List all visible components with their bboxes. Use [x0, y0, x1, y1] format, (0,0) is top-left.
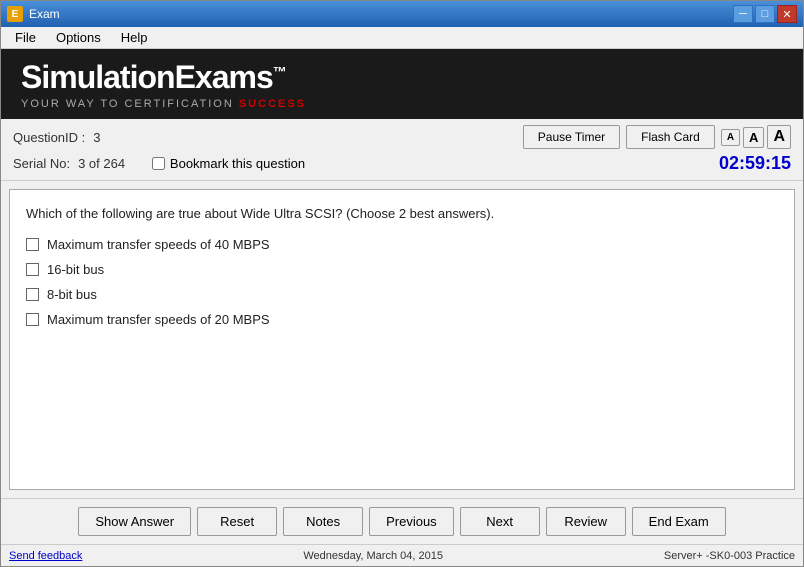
question-area: Which of the following are true about Wi…	[9, 189, 795, 490]
answer-option-b: 16-bit bus	[26, 262, 778, 277]
notes-button[interactable]: Notes	[283, 507, 363, 536]
reset-button[interactable]: Reset	[197, 507, 277, 536]
window-controls: ─ □ ✕	[733, 5, 797, 23]
menu-bar: File Options Help	[1, 27, 803, 49]
status-date: Wednesday, March 04, 2015	[303, 550, 443, 562]
timer-display: 02:59:15	[719, 153, 791, 174]
bottom-bar: Show Answer Reset Notes Previous Next Re…	[1, 498, 803, 544]
minimize-button[interactable]: ─	[733, 5, 753, 23]
answer-checkbox-a[interactable]	[26, 238, 39, 251]
answer-option-c: 8-bit bus	[26, 287, 778, 302]
window-title: Exam	[29, 7, 60, 21]
title-bar: E Exam ─ □ ✕	[1, 1, 803, 27]
previous-button[interactable]: Previous	[369, 507, 454, 536]
answer-label-d: Maximum transfer speeds of 20 MBPS	[47, 312, 270, 327]
header-bottom-row: Serial No: 3 of 264 Bookmark this questi…	[13, 153, 791, 174]
next-button[interactable]: Next	[460, 507, 540, 536]
bookmark-area: Bookmark this question	[152, 156, 305, 171]
flash-card-button[interactable]: Flash Card	[626, 125, 715, 149]
app-window: E Exam ─ □ ✕ File Options Help Simulatio…	[0, 0, 804, 567]
title-bar-left: E Exam	[7, 6, 60, 22]
question-id-row: QuestionID : 3	[13, 130, 101, 145]
send-feedback-link[interactable]: Send feedback	[9, 550, 82, 562]
font-large-button[interactable]: A	[767, 125, 791, 149]
show-answer-button[interactable]: Show Answer	[78, 507, 191, 536]
answer-checkbox-b[interactable]	[26, 263, 39, 276]
font-small-button[interactable]: A	[721, 129, 740, 146]
qid-label: QuestionID :	[13, 130, 85, 145]
banner-subtitle: YOUR WAY TO CERTIFICATION SUCCESS	[21, 98, 306, 110]
menu-file[interactable]: File	[5, 28, 46, 47]
close-button[interactable]: ✕	[777, 5, 797, 23]
banner-title: SimulationExams™	[21, 59, 286, 96]
answer-label-c: 8-bit bus	[47, 287, 97, 302]
answer-checkbox-c[interactable]	[26, 288, 39, 301]
header-top-row: QuestionID : 3 Pause Timer Flash Card A …	[13, 125, 791, 149]
serial-row: Serial No: 3 of 264 Bookmark this questi…	[13, 156, 305, 171]
question-text: Which of the following are true about Wi…	[26, 206, 778, 221]
font-medium-button[interactable]: A	[743, 127, 764, 148]
status-bar: Send feedback Wednesday, March 04, 2015 …	[1, 544, 803, 566]
font-size-buttons: A A A	[721, 125, 791, 149]
review-button[interactable]: Review	[546, 507, 626, 536]
maximize-button[interactable]: □	[755, 5, 775, 23]
banner: SimulationExams™ YOUR WAY TO CERTIFICATI…	[1, 49, 803, 119]
menu-help[interactable]: Help	[111, 28, 158, 47]
status-practice: Server+ -SK0-003 Practice	[664, 550, 795, 562]
bookmark-checkbox[interactable]	[152, 157, 165, 170]
answer-label-a: Maximum transfer speeds of 40 MBPS	[47, 237, 270, 252]
end-exam-button[interactable]: End Exam	[632, 507, 726, 536]
answer-option-d: Maximum transfer speeds of 20 MBPS	[26, 312, 778, 327]
app-icon: E	[7, 6, 23, 22]
pause-timer-button[interactable]: Pause Timer	[523, 125, 620, 149]
answer-checkbox-d[interactable]	[26, 313, 39, 326]
menu-options[interactable]: Options	[46, 28, 111, 47]
question-header: QuestionID : 3 Pause Timer Flash Card A …	[1, 119, 803, 181]
answer-option-a: Maximum transfer speeds of 40 MBPS	[26, 237, 778, 252]
answer-label-b: 16-bit bus	[47, 262, 104, 277]
serial-label: Serial No:	[13, 156, 70, 171]
header-buttons: Pause Timer Flash Card A A A	[523, 125, 791, 149]
qid-value: 3	[93, 130, 100, 145]
bookmark-label: Bookmark this question	[170, 156, 305, 171]
serial-value: 3 of 264	[78, 156, 125, 171]
